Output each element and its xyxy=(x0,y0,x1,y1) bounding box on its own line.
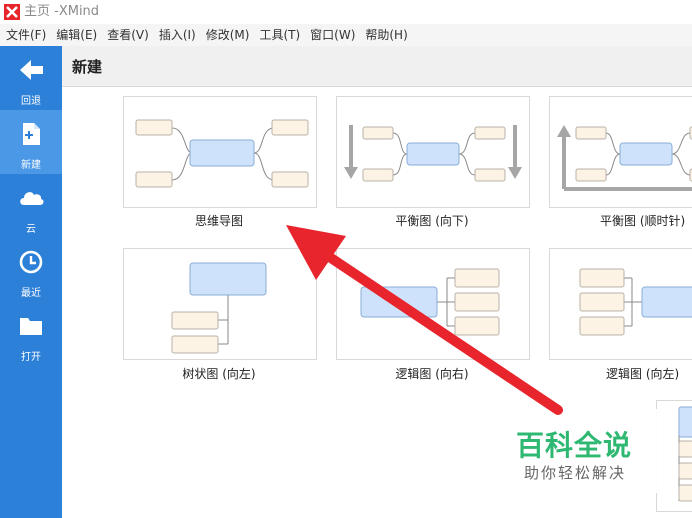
annotation-arrow-icon xyxy=(286,225,563,415)
